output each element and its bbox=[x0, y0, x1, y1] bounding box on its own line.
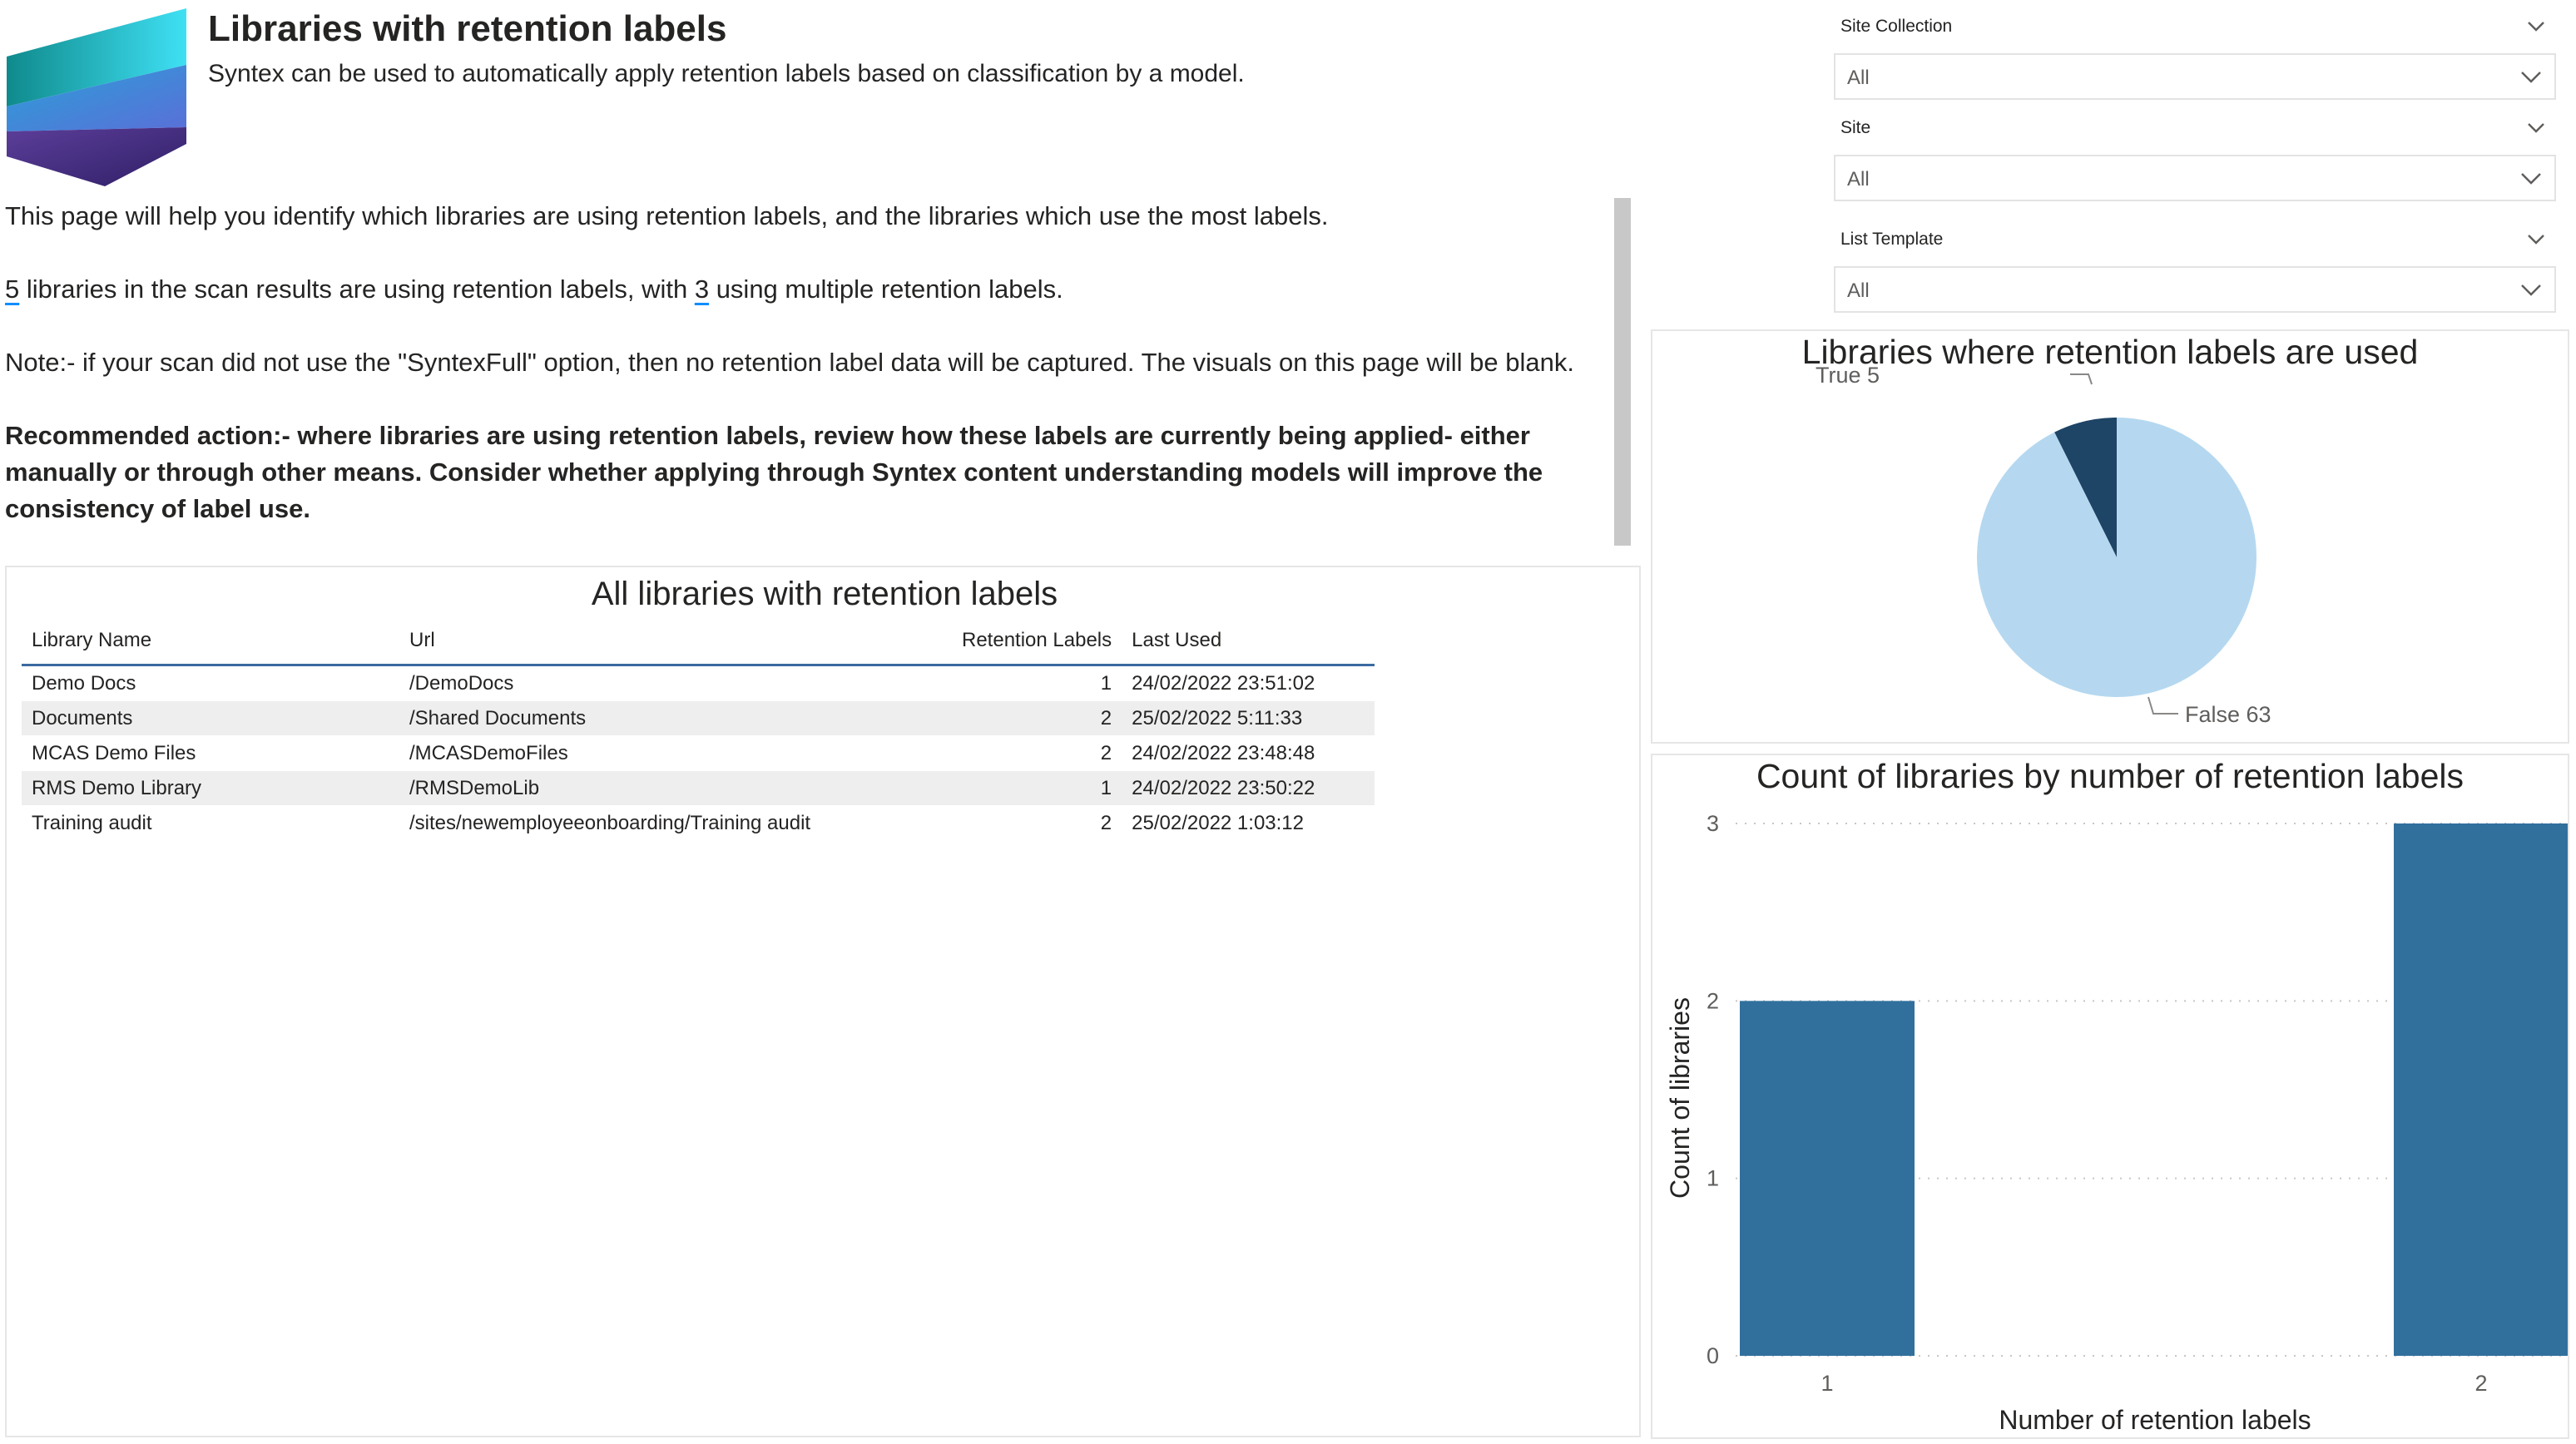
chevron-down-icon bbox=[2521, 72, 2541, 83]
cell-library-name: Documents bbox=[32, 706, 133, 729]
summary-mid-text: libraries in the scan results are using … bbox=[19, 274, 695, 304]
slicer-label-list-template: List Template bbox=[1840, 230, 1944, 249]
bar-chart: 0 1 2 3 1 2 Number of retention labels Count of… bbox=[1665, 811, 2568, 1435]
cell-retention-labels: 1 bbox=[1100, 671, 1112, 695]
textbox-scrollbar[interactable] bbox=[1614, 198, 1631, 546]
chevron-down-icon[interactable] bbox=[2526, 121, 2546, 135]
y-tick-label: 1 bbox=[1707, 1166, 1719, 1191]
cell-library-name: RMS Demo Library bbox=[32, 776, 202, 799]
cell-retention-labels: 2 bbox=[1100, 811, 1112, 834]
cell-url: /sites/newemployeeonboarding/Training au… bbox=[409, 811, 811, 834]
chevron-down-icon bbox=[2521, 173, 2541, 185]
column-header-url[interactable]: Url bbox=[399, 619, 952, 666]
dropdown-value: All bbox=[1847, 168, 1870, 190]
pie-label-false: False 63 bbox=[2185, 702, 2271, 727]
bar-1[interactable] bbox=[1740, 1001, 1915, 1356]
cell-library-name: Demo Docs bbox=[32, 671, 136, 695]
y-tick-label: 0 bbox=[1707, 1343, 1719, 1368]
pie-label-true: True 5 bbox=[1816, 363, 1880, 388]
site-collection-dropdown[interactable]: All bbox=[1834, 53, 2556, 100]
cell-url: /DemoDocs bbox=[409, 671, 514, 695]
library-count-value: 5 bbox=[5, 274, 20, 304]
cell-last-used: 24/02/2022 23:50:22 bbox=[1132, 776, 1315, 799]
bar-2[interactable] bbox=[2394, 823, 2568, 1356]
table-header-row: Library Name Url Retention Labels Last U… bbox=[22, 619, 1375, 666]
x-tick-label: 1 bbox=[1821, 1371, 1833, 1396]
dropdown-value: All bbox=[1847, 279, 1870, 302]
pie-chart: True 5 False 63 bbox=[1816, 363, 2271, 727]
cell-url: /MCASDemoFiles bbox=[409, 741, 568, 764]
summary-end-text: using multiple retention labels. bbox=[709, 274, 1063, 304]
x-tick-label: 2 bbox=[2474, 1371, 2487, 1396]
chevron-down-icon bbox=[2521, 284, 2541, 296]
cell-last-used: 24/02/2022 23:48:48 bbox=[1132, 741, 1315, 764]
table-title: All libraries with retention labels bbox=[591, 576, 1058, 612]
table-row[interactable]: Documents /Shared Documents 2 25/02/2022… bbox=[22, 700, 1375, 736]
description-textbox: This page will help you identify which l… bbox=[5, 198, 1627, 554]
site-dropdown[interactable]: All bbox=[1834, 155, 2556, 201]
table-row[interactable]: MCAS Demo Files /MCASDemoFiles 2 24/02/2… bbox=[22, 736, 1375, 771]
cell-last-used: 24/02/2022 23:51:02 bbox=[1132, 671, 1315, 695]
note-text: Note:- if your scan did not use the "Syn… bbox=[5, 348, 1574, 377]
list-template-dropdown[interactable]: All bbox=[1834, 266, 2556, 313]
multiple-label-count-value: 3 bbox=[694, 274, 710, 304]
syntex-logo bbox=[7, 8, 186, 186]
cell-retention-labels: 2 bbox=[1100, 706, 1112, 729]
cell-retention-labels: 2 bbox=[1100, 741, 1112, 764]
summary-text: 5 libraries in the scan results are usin… bbox=[5, 271, 1627, 308]
y-tick-label: 2 bbox=[1707, 988, 1719, 1013]
retention-usage-pie-visual: Libraries where retention labels are use… bbox=[1651, 329, 2569, 744]
cell-library-name: MCAS Demo Files bbox=[32, 741, 196, 764]
page-subtitle: Syntex can be used to automatically appl… bbox=[208, 60, 1245, 87]
chevron-down-icon[interactable] bbox=[2526, 20, 2546, 33]
cell-library-name: Training audit bbox=[32, 811, 152, 834]
chevron-down-icon[interactable] bbox=[2526, 233, 2546, 246]
column-header-library-name[interactable]: Library Name bbox=[22, 619, 399, 666]
libraries-table: Library Name Url Retention Labels Last U… bbox=[22, 619, 1375, 841]
table-row[interactable]: Demo Docs /DemoDocs 1 24/02/2022 23:51:0… bbox=[22, 665, 1375, 701]
y-axis-title: Count of libraries bbox=[1665, 997, 1695, 1199]
libraries-table-visual: All libraries with retention labels Libr… bbox=[5, 566, 1641, 1437]
table-row[interactable]: Training audit /sites/newemployeeonboard… bbox=[22, 806, 1375, 841]
slicer-label-site: Site bbox=[1840, 118, 1871, 137]
pie-slice-false[interactable] bbox=[1977, 418, 2256, 697]
dropdown-value: All bbox=[1847, 67, 1870, 89]
cell-url: /RMSDemoLib bbox=[409, 776, 540, 799]
intro-text: This page will help you identify which l… bbox=[5, 201, 1329, 230]
label-count-bar-visual: Count of libraries by number of retentio… bbox=[1651, 754, 2569, 1439]
column-header-retention-labels[interactable]: Retention Labels bbox=[952, 619, 1122, 666]
table-row[interactable]: RMS Demo Library /RMSDemoLib 1 24/02/202… bbox=[22, 770, 1375, 806]
pie-leader-line-false bbox=[2147, 696, 2178, 715]
x-axis-title: Number of retention labels bbox=[1999, 1405, 2311, 1435]
cell-retention-labels: 1 bbox=[1100, 776, 1112, 799]
recommendation-text: Recommended action:- where libraries are… bbox=[5, 421, 1543, 523]
column-header-last-used[interactable]: Last Used bbox=[1122, 619, 1375, 666]
slicer-label-site-collection: Site Collection bbox=[1840, 17, 1953, 36]
cell-last-used: 25/02/2022 5:11:33 bbox=[1132, 706, 1303, 729]
y-tick-label: 3 bbox=[1707, 811, 1719, 836]
pie-leader-line-true bbox=[2070, 373, 2093, 385]
cell-last-used: 25/02/2022 1:03:12 bbox=[1132, 811, 1304, 834]
cell-url: /Shared Documents bbox=[409, 706, 587, 729]
page-title: Libraries with retention labels bbox=[208, 8, 727, 49]
